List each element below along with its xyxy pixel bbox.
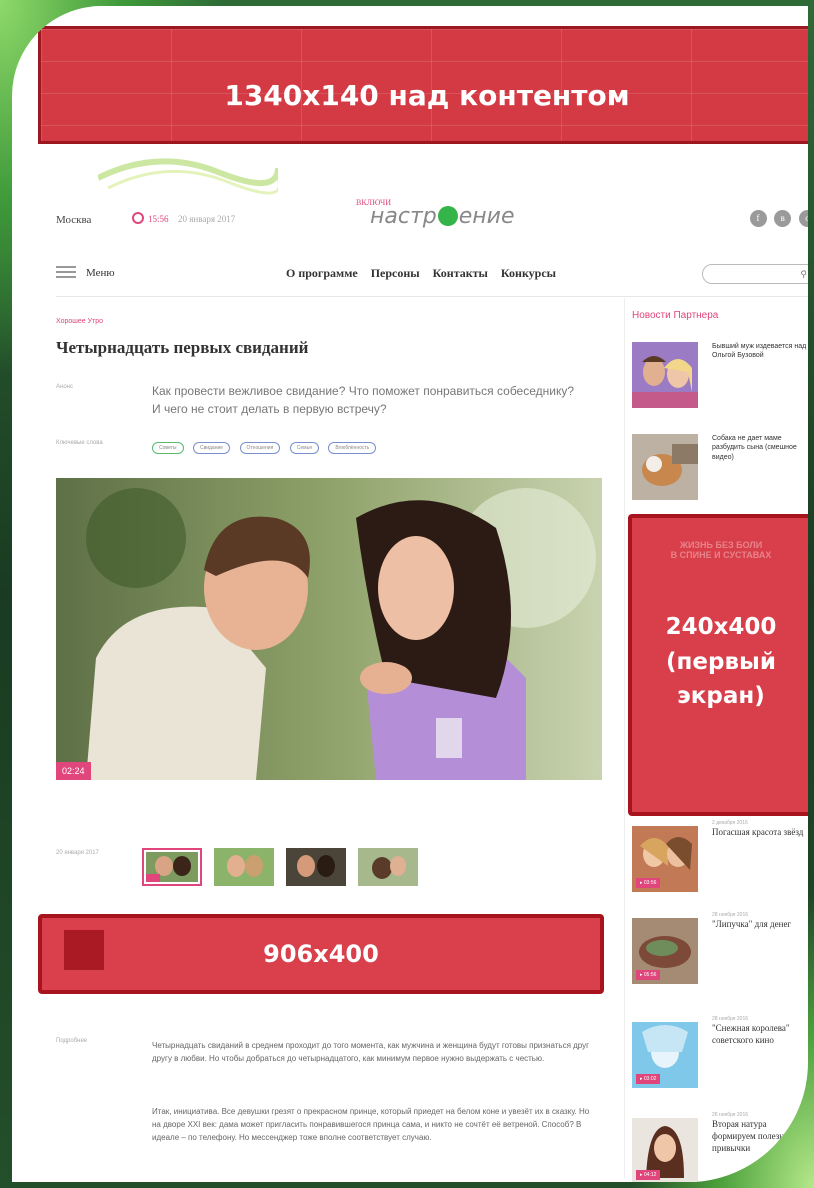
- tag-list: Советы Свидание Отношения Семья Влюблённ…: [152, 436, 381, 454]
- sidebar-news-item[interactable]: ▸ 04:12 26 ноября 2016 Вторая натура фор…: [632, 1112, 808, 1182]
- news-title[interactable]: Вторая натура формируем полезные привычк…: [712, 1118, 808, 1154]
- logo-wordmark: настр ение: [370, 204, 515, 229]
- news-title[interactable]: Собака не дает маме разбудить сына (смеш…: [712, 434, 808, 462]
- sidebar-news-item[interactable]: ▸ 03:56 2 декабря 2016 Погасшая красота …: [632, 820, 808, 892]
- social-links: f в о: [745, 210, 808, 227]
- divider: [56, 296, 808, 297]
- ad-banner-middle[interactable]: 906x400: [38, 914, 604, 994]
- sidebar-news-item[interactable]: ▸ 03:02 28 ноября 2016 "Снежная королева…: [632, 1016, 808, 1088]
- sidebar-news-item[interactable]: Бывший муж издевается над Ольгой Бузовой: [632, 342, 808, 410]
- video-duration-badge: 02:24: [56, 762, 91, 780]
- couple-photo: [56, 478, 602, 780]
- thumbs-label: 20 января 2017: [56, 850, 99, 856]
- tag[interactable]: Отношения: [239, 442, 281, 454]
- sidebar-news-item[interactable]: ▸ 05:56 28 ноября 2016 "Липучка" для ден…: [632, 912, 808, 984]
- tag[interactable]: Советы: [152, 442, 184, 454]
- news-title[interactable]: Погасшая красота звёзд: [712, 826, 808, 838]
- main-nav: Меню О программе Персоны Контакты Конкур…: [56, 264, 808, 286]
- ad-banner-sidebar[interactable]: ЖИЗНЬ БЕЗ БОЛИ В СПИНЕ И СУСТАВАХ 240x400…: [628, 514, 808, 816]
- thumbnail[interactable]: [142, 848, 202, 886]
- text-label: Подробнее: [56, 1038, 88, 1044]
- tags-label: Ключевые слова: [56, 440, 103, 446]
- article-paragraph: Четырнадцать свиданий в среднем проходит…: [152, 1041, 590, 1063]
- article-title: Четырнадцать первых свиданий: [56, 338, 309, 357]
- article-lead: Как провести вежливое свидание? Что помо…: [152, 384, 575, 416]
- web-page: Москва 15:56 20 января 2017 ВКЛЮЧИ настр…: [28, 6, 808, 1182]
- tag[interactable]: Свидание: [192, 442, 231, 454]
- ad-size-label: 1340x140 над контентом: [224, 79, 630, 112]
- nav-item-about[interactable]: О программе: [286, 266, 358, 280]
- screenshot-frame: Москва 15:56 20 января 2017 ВКЛЮЧИ настр…: [12, 6, 808, 1182]
- article-paragraph: Итак, инициатива. Все девушки грезят о п…: [152, 1107, 590, 1142]
- ad-banner-top[interactable]: 1340x140 над контентом: [38, 26, 808, 144]
- logo-o-icon: [437, 206, 458, 226]
- news-title[interactable]: Бывший муж издевается над Ольгой Бузовой: [712, 342, 808, 361]
- menu-button[interactable]: Меню: [86, 267, 115, 279]
- sidebar-title: Новости Партнера: [632, 310, 719, 321]
- decorative-swoosh: [98, 158, 278, 195]
- news-image: [632, 342, 698, 408]
- video-duration-badge: ▸ 03:02: [636, 1074, 661, 1084]
- ad-ghost-text: ЖИЗНЬ БЕЗ БОЛИ В СПИНЕ И СУСТАВАХ: [670, 540, 772, 560]
- tag[interactable]: Семья: [289, 442, 319, 454]
- video-player[interactable]: 02:24: [56, 478, 602, 780]
- video-duration-badge: ▸ 03:56: [636, 878, 661, 888]
- nav-item-persons[interactable]: Персоны: [371, 266, 420, 280]
- video-duration-badge: ▸ 05:56: [636, 970, 661, 980]
- facebook-icon[interactable]: f: [749, 210, 767, 227]
- tag[interactable]: Влюблённость: [328, 442, 377, 454]
- thumbnail[interactable]: [358, 848, 418, 886]
- column-divider: [624, 298, 625, 1178]
- search-input[interactable]: ⚲: [702, 264, 808, 284]
- lead-label: Анонс: [56, 384, 73, 390]
- nav-item-contests[interactable]: Конкурсы: [501, 266, 556, 280]
- nav-links: О программе Персоны Контакты Конкурсы: [286, 266, 566, 281]
- thumbnail[interactable]: [214, 848, 274, 886]
- ad-size-label: 906x400: [263, 940, 379, 968]
- header-bar: Москва 15:56 20 января 2017 ВКЛЮЧИ настр…: [56, 198, 808, 232]
- city-label[interactable]: Москва: [56, 214, 91, 226]
- search-icon[interactable]: ⚲: [800, 269, 807, 280]
- clock-icon: [132, 212, 144, 224]
- current-date: 20 января 2017: [178, 214, 236, 224]
- news-image: [632, 434, 698, 500]
- vk-icon[interactable]: в: [774, 210, 792, 227]
- hamburger-icon[interactable]: [56, 266, 76, 281]
- news-title[interactable]: "Снежная королева" советского кино: [712, 1022, 808, 1046]
- ad-size-label: 240x400 (первый экран): [665, 614, 777, 709]
- nav-item-contacts[interactable]: Контакты: [433, 266, 488, 280]
- news-title[interactable]: "Липучка" для денег: [712, 918, 808, 930]
- video-duration-badge: ▸ 04:12: [636, 1170, 661, 1180]
- sidebar-news-item[interactable]: Собака не дает маме разбудить сына (смеш…: [632, 434, 808, 502]
- current-time: 15:56: [148, 214, 169, 224]
- breadcrumb[interactable]: Хорошее Утро: [56, 318, 103, 325]
- odnoklassniki-icon[interactable]: о: [799, 210, 808, 227]
- thumbnail[interactable]: [286, 848, 346, 886]
